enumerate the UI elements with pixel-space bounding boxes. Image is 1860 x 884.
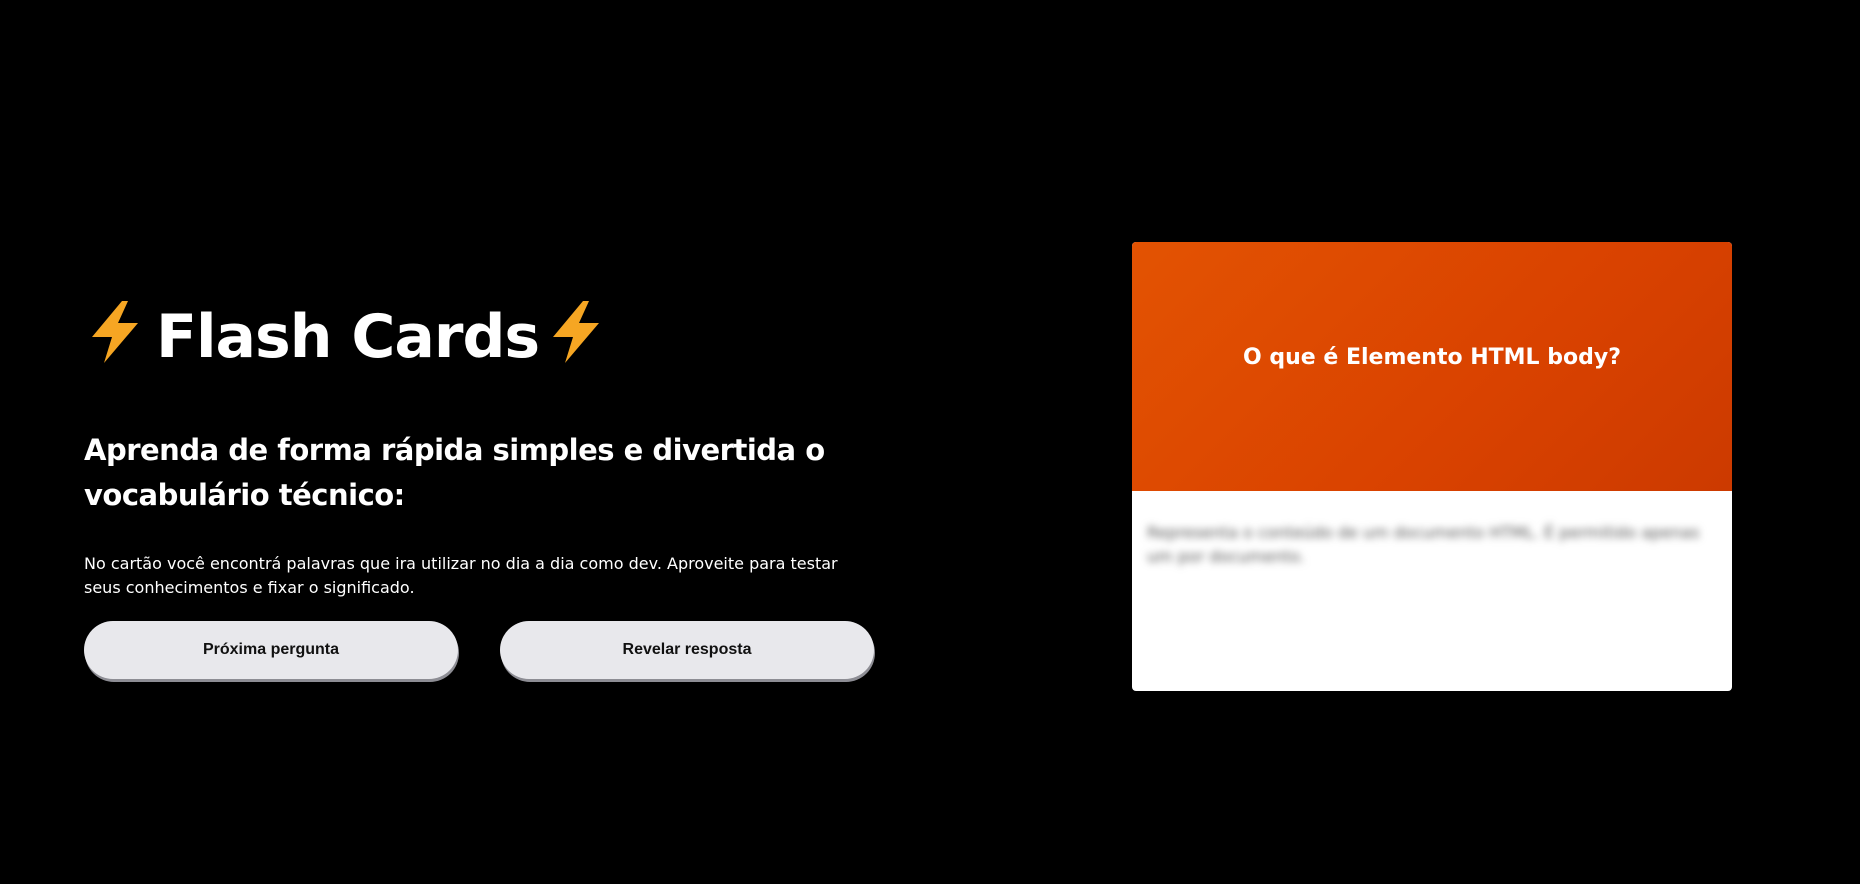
- card-answer: Representa o conteúdo de um documento HT…: [1147, 523, 1700, 566]
- description: No cartão você encontrá palavras que ira…: [84, 554, 838, 597]
- lightning-bolt-icon: [84, 299, 146, 365]
- flash-card[interactable]: O que é Elemento HTML body? Representa o…: [1132, 242, 1732, 691]
- page-title: Flash Cards: [84, 296, 884, 378]
- card-question: O que é Elemento HTML body?: [1243, 345, 1621, 370]
- reveal-answer-button[interactable]: Revelar resposta: [500, 621, 874, 679]
- next-question-button[interactable]: Próxima pergunta: [84, 621, 458, 679]
- action-buttons: Próxima pergunta Revelar resposta: [84, 621, 874, 679]
- intro-section: Flash Cards Aprenda de forma rápida simp…: [84, 296, 884, 600]
- card-front: O que é Elemento HTML body?: [1132, 242, 1732, 491]
- title-text: Flash Cards: [156, 302, 540, 372]
- subtitle: Aprenda de forma rápida simples e divert…: [84, 433, 825, 512]
- card-back: Representa o conteúdo de um documento HT…: [1132, 491, 1732, 569]
- lightning-bolt-icon: [545, 299, 607, 365]
